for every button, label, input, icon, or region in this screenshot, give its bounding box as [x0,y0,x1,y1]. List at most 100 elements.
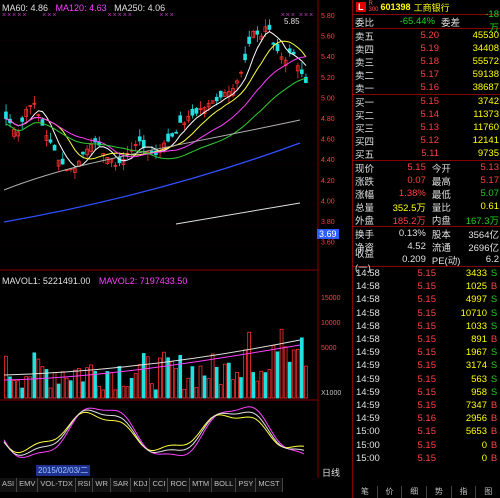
quote-label: 最低 [431,189,451,201]
volume-bar [271,345,276,399]
volume-bar [121,385,126,399]
volume-bar [275,351,280,399]
panel-tab-5[interactable]: 图 [476,486,500,498]
trade-time: 14:59 [356,360,380,372]
volume-axis-label: 5000 [321,345,337,352]
buy-order-label: 买四 [355,136,375,148]
indicator-tab-roc[interactable]: ROC [168,478,191,492]
trade-time: 14:58 [356,334,380,346]
quote-row: 涨跌 0.07 最高 5.17 [353,174,500,188]
indicator-tab-asi[interactable]: ASI [0,478,18,492]
indicator-tab-kdj[interactable]: KDJ [131,478,151,492]
fundamental-value: 3564亿 [468,229,499,241]
indicator-tab-rsi[interactable]: RSI [76,478,94,492]
stock-badge: L [356,2,366,12]
indicator-tab-mtm[interactable]: MTM [190,478,213,492]
buy-order-price: 5.13 [420,122,440,133]
fundamental-label: 股本 [431,229,451,241]
panel-tab-3[interactable]: 势 [427,486,452,498]
trade-time: 14:58 [356,281,380,293]
candle-body [52,145,57,151]
trade-volume: 3433 [465,268,487,280]
trade-row: 15:00 5.15 5653 B [353,425,500,438]
panel-tab-0[interactable]: 笔 [353,486,378,498]
buy-order-price: 5.15 [420,96,440,107]
indicator-tab-boll[interactable]: BOLL [212,478,237,492]
quote-value: 0.61 [480,201,499,212]
volume-bar [12,380,16,399]
weibi-label: 委比 [355,17,375,29]
trade-side: S [490,294,498,306]
weibi-value: -65.44% [399,16,435,27]
buy-order-volume: 11373 [473,109,499,120]
volume-bar [73,369,77,399]
fundamental-value: 6.2 [485,254,499,265]
trade-time: 14:59 [356,373,380,385]
fundamental-value: 4.52 [407,241,426,252]
volume-bar [141,353,146,399]
candle-body [81,151,85,155]
candle-body [48,139,53,143]
volume-bar [267,369,272,399]
sell-order-row: 卖二 5.17 59138 [353,68,500,82]
sell-order-label: 卖三 [355,57,375,69]
period-label[interactable]: 日线 [322,466,340,479]
trade-side: S [490,360,498,372]
trade-volume: 3174 [465,360,487,372]
volume-bar [198,365,203,399]
volume-bar [218,384,223,399]
volume-bar [158,357,162,399]
trade-price: 5.15 [417,386,437,398]
volume-bar [109,372,114,399]
candle-body [267,24,272,30]
volume-bar [20,387,24,399]
trade-side: S [490,373,498,385]
volume-bar [263,372,268,399]
candle-body [178,115,183,123]
volume-bar [113,389,118,399]
price-axis-label: 4.00 [321,198,335,205]
trade-side: B [490,334,498,346]
fundamental-row: 换手 0.13% 股本 3564亿 [353,227,500,241]
candle-body [218,90,223,98]
buy-order-label: 买三 [355,123,375,135]
volume-bar [64,377,69,399]
indicator-tab-psy[interactable]: PSY [236,478,257,492]
volume-bar [295,348,300,399]
quote-row: 涨幅 1.38% 最低 5.07 [353,187,500,201]
candle-body [255,30,260,35]
trade-price: 5.15 [417,426,437,438]
indicator-tab-row: ASI EMV VOL-TDX RSI WR SAR KDJ CCI ROC MTM BOLL PSY… [0,478,283,492]
volume-bar [304,365,308,399]
volume-bar [239,377,243,399]
buy-order-label: 买二 [355,110,375,122]
kline-chart-area[interactable]: MA60: 4.86 MA120: 4.63 MA250: 4.06 ×××××… [0,0,352,498]
volume-bar [222,363,227,399]
indicator-tab-vol-tdx[interactable]: VOL-TDX [38,478,76,492]
candle-body [20,117,24,122]
indicator-tab-mcst[interactable]: MCST [256,478,283,492]
ma250-line [175,202,301,225]
panel-tab-2[interactable]: 细 [402,486,428,498]
price-axis-label: 3.80 [321,219,335,226]
trade-row: 14:59 5.16 2956 B [353,412,500,425]
indicator-tab-sar[interactable]: SAR [111,478,132,492]
indicator-tab-emv[interactable]: EMV [17,478,39,492]
buy-order-price: 5.11 [421,148,439,159]
trade-side: S [490,386,498,398]
price-axis-label: 5.20 [321,75,335,82]
vol-label: MAVOL1: 5221491.00 [2,276,91,286]
quote-label: 外盘 [355,215,375,227]
trade-volume: 1033 [465,320,487,332]
panel-tab-4[interactable]: 指 [452,486,477,498]
panel-tab-1[interactable]: 价 [378,486,403,498]
indicator-tab-wr[interactable]: WR [93,478,111,492]
sell-order-row: 卖三 5.18 55572 [353,55,500,69]
panel-tabs: 笔价细势指图 [353,486,500,498]
trade-time: 15:00 [356,426,380,438]
volume-bar [202,375,207,399]
buy-order-price: 5.12 [420,135,440,146]
candle-body [60,158,65,165]
indicator-tab-cci[interactable]: CCI [150,478,169,492]
sell-order-label: 卖二 [355,70,375,82]
